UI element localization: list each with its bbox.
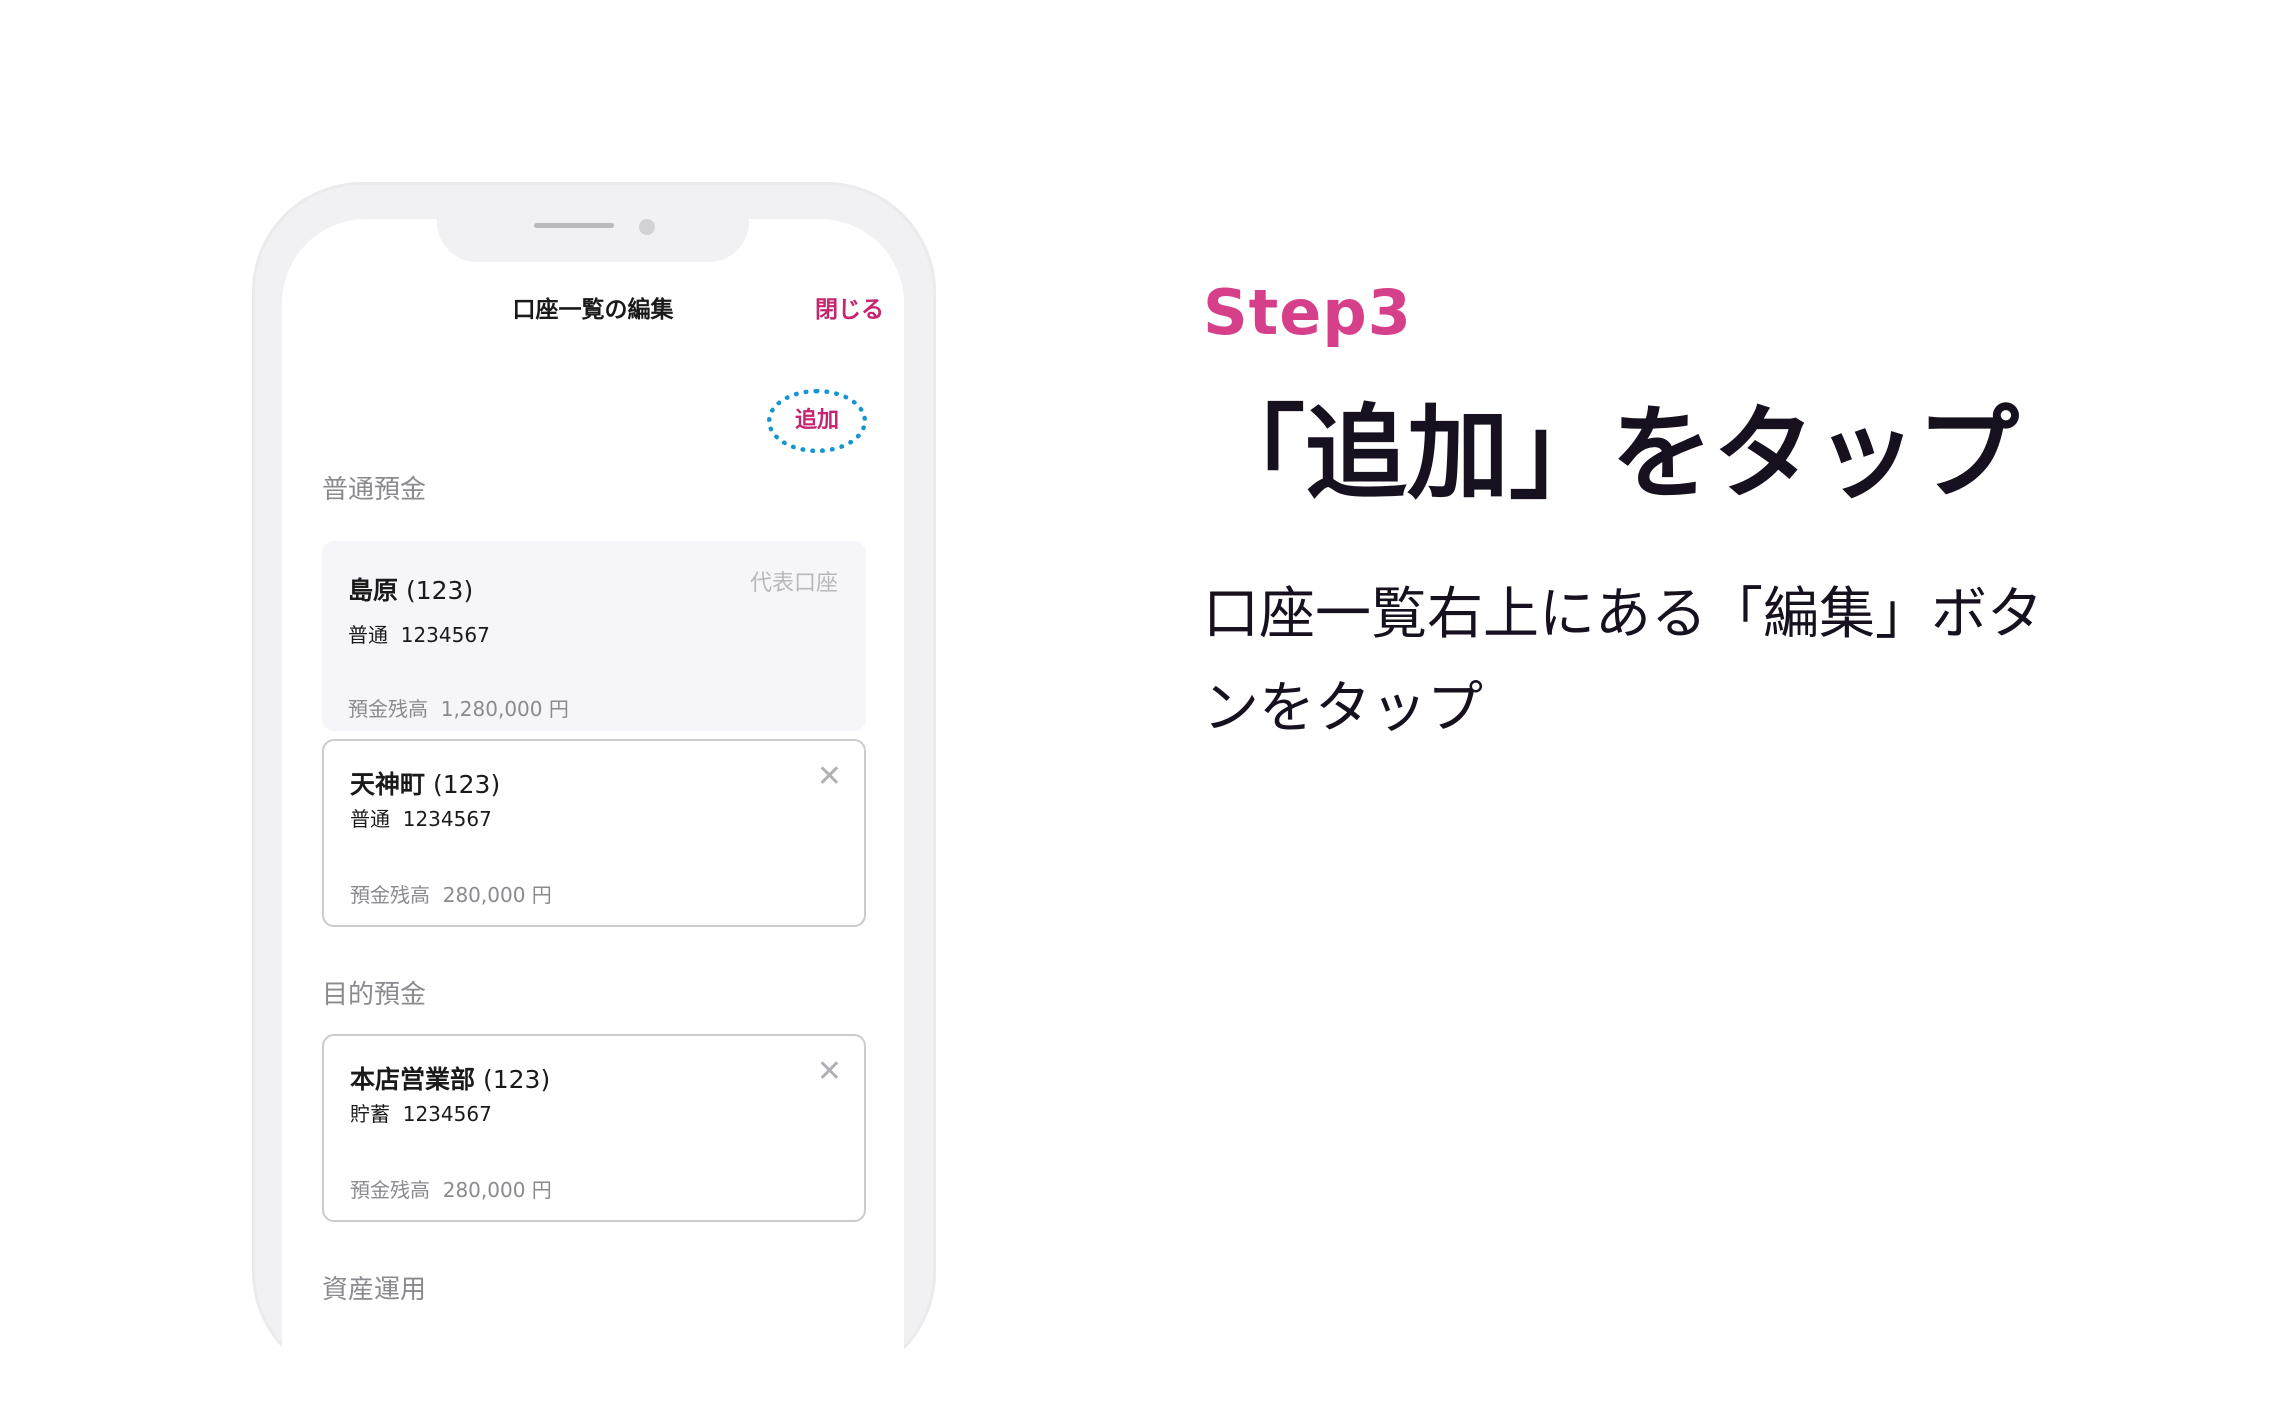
step-label: Step3 [1203, 276, 1412, 349]
nav-title: 口座一覧の編集 [512, 297, 674, 323]
camera-icon [639, 219, 655, 235]
primary-account-tag: 代表口座 [749, 571, 838, 596]
account-card[interactable]: 天神町 (123) ✕ 普通 1234567 預金残高 280,000 円 [322, 739, 866, 927]
account-name: 天神町 (123) [350, 770, 501, 799]
account-balance: 預金残高 1,280,000 円 [348, 697, 569, 721]
account-type: 普通 1234567 [348, 623, 490, 647]
account-type: 貯蓄 1234567 [350, 1102, 492, 1126]
account-name: 島原 (123) [348, 576, 474, 605]
account-name: 本店営業部 (123) [350, 1065, 551, 1094]
speaker-icon [534, 223, 614, 228]
section-label-asset: 資産運用 [322, 1275, 427, 1305]
phone-mockup: 口座一覧の編集 閉じる 追加 普通預金 島原 (123) 代表口座 普通 123… [252, 182, 936, 1419]
close-icon[interactable]: ✕ [817, 759, 842, 794]
account-type: 普通 1234567 [350, 807, 492, 831]
close-button[interactable]: 閉じる [815, 290, 884, 324]
phone-notch [437, 219, 749, 262]
add-button[interactable]: 追加 [767, 389, 867, 453]
headline: 「追加」をタップ [1203, 395, 2019, 514]
account-card[interactable]: 本店営業部 (123) ✕ 貯蓄 1234567 預金残高 280,000 円 [322, 1034, 866, 1222]
phone-screen: 口座一覧の編集 閉じる 追加 普通預金 島原 (123) 代表口座 普通 123… [282, 219, 904, 1419]
description: 口座一覧右上にある「編集」ボタンをタップ [1203, 582, 2043, 741]
account-balance: 預金残高 280,000 円 [350, 883, 552, 907]
account-card[interactable]: 島原 (123) 代表口座 普通 1234567 預金残高 1,280,000 … [322, 541, 866, 731]
close-icon[interactable]: ✕ [817, 1054, 842, 1089]
account-balance: 預金残高 280,000 円 [350, 1178, 552, 1202]
section-label-purpose: 目的預金 [322, 980, 427, 1010]
section-label-ordinary: 普通預金 [322, 475, 427, 505]
